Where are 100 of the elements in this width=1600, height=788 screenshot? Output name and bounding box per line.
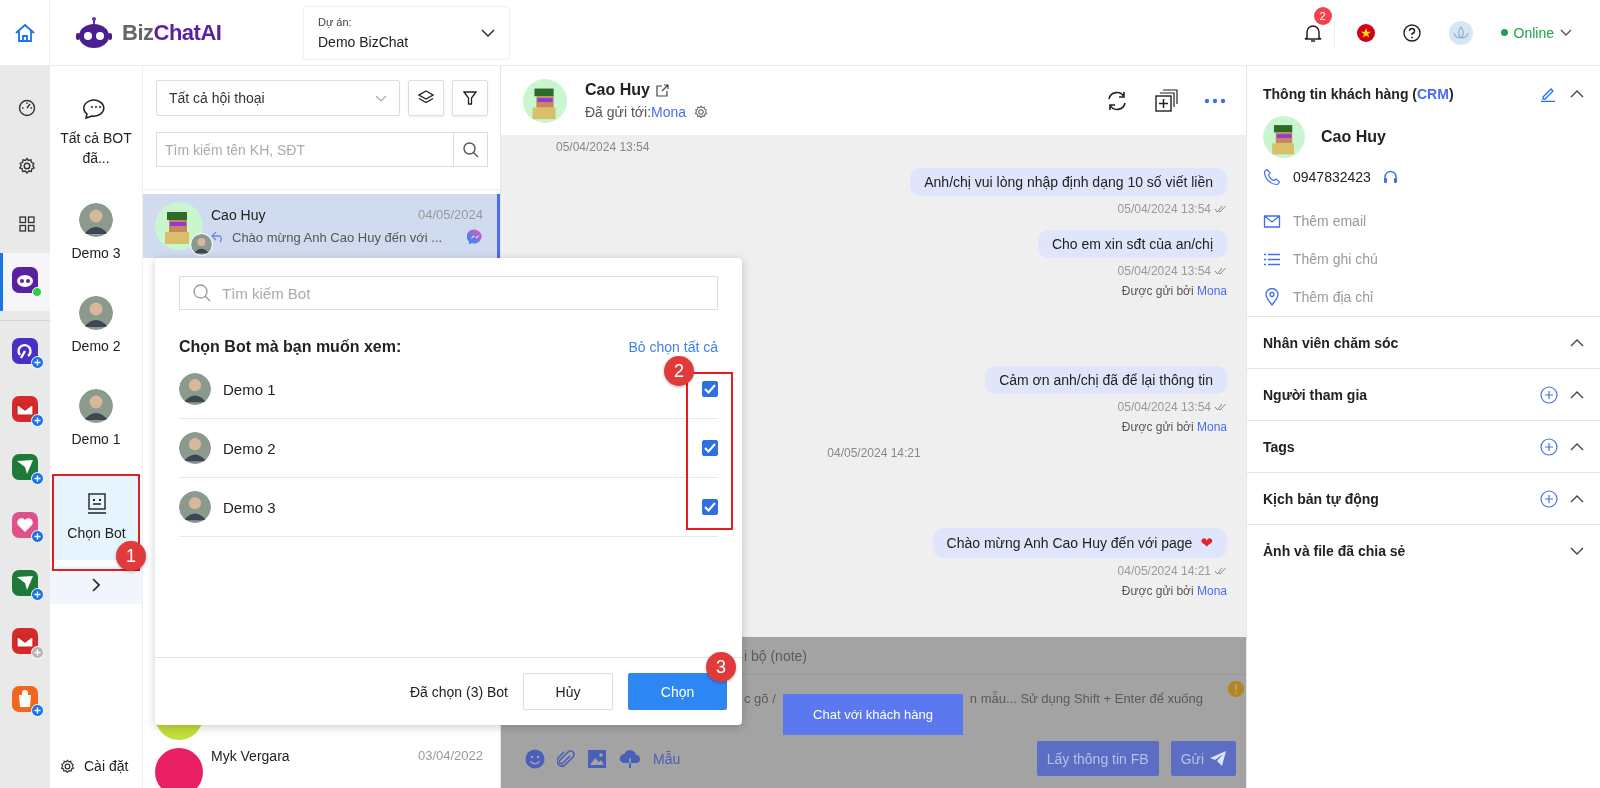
message-text: Cho em xin sđt của an/chị — [1051, 236, 1213, 252]
envelope-app-icon[interactable] — [12, 396, 38, 422]
sent-by-text: Được gửi bởi Mona — [1121, 284, 1227, 298]
message-time: 05/04/2024 13:54 — [1117, 400, 1211, 414]
avatar — [79, 295, 113, 330]
cancel-button[interactable]: Hủy — [523, 673, 613, 710]
sender-link[interactable]: Mona — [1196, 284, 1227, 298]
add-badge-icon[interactable] — [31, 472, 44, 485]
add-badge-icon[interactable] — [31, 704, 44, 717]
confirm-button[interactable]: Chọn — [628, 673, 727, 710]
add-badge-icon[interactable] — [31, 530, 44, 543]
bell-icon[interactable] — [1303, 22, 1322, 43]
add-badge-icon[interactable] — [31, 414, 44, 427]
chevron-up-icon[interactable] — [1570, 90, 1584, 98]
message-preview: Chào mừng Anh Cao Huy đến với ... — [232, 229, 444, 245]
checkbox[interactable] — [702, 499, 718, 515]
section-header[interactable]: Người tham gia — [1247, 368, 1600, 420]
double-check-icon — [1214, 267, 1227, 275]
robot-logo-icon — [74, 15, 114, 50]
avatar — [523, 78, 567, 123]
sender-link[interactable]: Mona — [1196, 420, 1227, 434]
external-link-icon[interactable] — [655, 83, 669, 97]
chevron-up-icon[interactable] — [1570, 338, 1584, 347]
avatar — [1263, 116, 1305, 158]
search-icon — [462, 141, 479, 158]
bag-app-icon[interactable] — [12, 686, 38, 712]
filter-button[interactable] — [452, 80, 488, 116]
edit-icon[interactable] — [1540, 86, 1556, 102]
message-time: 05/04/2024 13:54 — [1117, 202, 1211, 216]
contact-name: Myk Vergara — [211, 748, 290, 764]
plane-app-icon[interactable] — [12, 570, 38, 596]
conversation-filter-select[interactable]: Tất cả hội thoại — [156, 80, 400, 116]
conversation-date: 03/04/2022 — [417, 748, 483, 764]
bot-name: Demo 1 — [223, 380, 276, 398]
chevron-down-icon[interactable] — [1570, 546, 1584, 555]
nav-tab[interactable] — [0, 253, 50, 311]
refresh-icon[interactable] — [1106, 89, 1128, 112]
chevron-up-icon[interactable] — [1570, 390, 1584, 399]
section-header[interactable]: Kịch bản tự động — [1247, 472, 1600, 524]
logo-text: BizChatAI — [122, 19, 222, 46]
add-badge-icon[interactable] — [31, 588, 44, 601]
home-icon[interactable] — [13, 22, 36, 43]
bot-name: Demo 3 — [223, 498, 276, 516]
expand-button[interactable] — [50, 566, 142, 604]
bot-filter-item[interactable]: Demo 3 — [50, 185, 142, 278]
add-circle-icon[interactable] — [1540, 385, 1558, 404]
add-badge-icon[interactable] — [31, 356, 44, 369]
filter-icon — [463, 91, 477, 105]
more-icon[interactable] — [1204, 97, 1226, 104]
panel-title: Thông tin khách hàng (CRM) — [1263, 86, 1454, 102]
phone-number: 0947832423 — [1293, 169, 1371, 185]
plane-app-icon[interactable] — [12, 454, 38, 480]
swirl-app-icon[interactable] — [12, 338, 38, 364]
section-header[interactable]: Ảnh và file đã chia sẻ — [1247, 524, 1600, 576]
sender-link[interactable]: Mona — [1196, 584, 1227, 598]
project-select[interactable]: Dự án: Demo BizChat — [303, 5, 510, 60]
chevron-down-icon — [1560, 29, 1572, 36]
flag-icon[interactable] — [1356, 23, 1375, 42]
heart-emoji: ❤ — [1200, 534, 1213, 552]
search-field[interactable]: Tìm kiếm Bot — [179, 276, 718, 310]
conversation-date: 04/05/2024 — [417, 207, 483, 223]
settings-link[interactable]: Cài đặt — [50, 758, 142, 788]
checkbox[interactable] — [702, 440, 718, 456]
date-divider: 04/05/2024 14:21 — [827, 446, 921, 460]
section-title: Nhân viên chăm sóc — [1263, 334, 1399, 351]
bot-filter-item[interactable]: Demo 2 — [50, 278, 142, 371]
settings-icon[interactable] — [694, 105, 709, 119]
add-copy-icon[interactable] — [1154, 88, 1178, 113]
location-pin-icon — [1263, 288, 1281, 306]
messenger-icon — [467, 229, 483, 245]
recipient-link[interactable]: Mona — [651, 104, 687, 120]
section-header[interactable]: Tags — [1247, 420, 1600, 472]
chevron-up-icon[interactable] — [1570, 494, 1584, 503]
bot-filter-item[interactable]: Tất cả BOT đã... — [50, 66, 142, 185]
headset-icon[interactable] — [1382, 169, 1398, 185]
search-button[interactable] — [453, 132, 488, 167]
heart-app-icon[interactable] — [12, 512, 38, 538]
avatar — [179, 491, 211, 523]
conversation-item[interactable]: Cao Huy 04/05/2024 Chào mừng Anh Cao Huy đến với ... — [143, 194, 500, 258]
contact-name: Cao Huy — [585, 81, 650, 99]
message-text: Chào mừng Anh Cao Huy đến với page — [946, 535, 1193, 551]
layers-button[interactable] — [408, 80, 444, 116]
bot-filter-item[interactable]: Demo 1 — [50, 371, 142, 464]
double-check-icon — [1214, 567, 1227, 575]
double-check-icon — [1214, 403, 1227, 411]
conversation-item[interactable]: Myk Vergara 03/04/2022 — [143, 748, 500, 788]
message-placeholder: n mẫu... Sử dụng Shift + Enter để xuống — [969, 690, 1203, 706]
recipient-text: Đã gửi tới:Mona — [585, 104, 687, 120]
section-header[interactable]: Nhân viên chăm sóc — [1247, 316, 1600, 368]
sent-by-text: Được gửi bởi Mona — [1121, 420, 1227, 434]
phone-icon — [1263, 168, 1281, 186]
search-field[interactable]: Tìm kiếm tên KH, SĐT — [156, 132, 453, 167]
help-icon[interactable] — [1402, 23, 1421, 42]
add-circle-icon[interactable] — [1540, 489, 1558, 508]
deselect-all-link[interactable]: Bỏ chọn tất cả — [628, 339, 718, 355]
chevron-up-icon[interactable] — [1570, 442, 1584, 451]
add-circle-icon[interactable] — [1540, 437, 1558, 456]
checkbox[interactable] — [702, 381, 718, 397]
robot-app-icon — [11, 267, 42, 297]
contact-name: Cao Huy — [211, 207, 266, 223]
